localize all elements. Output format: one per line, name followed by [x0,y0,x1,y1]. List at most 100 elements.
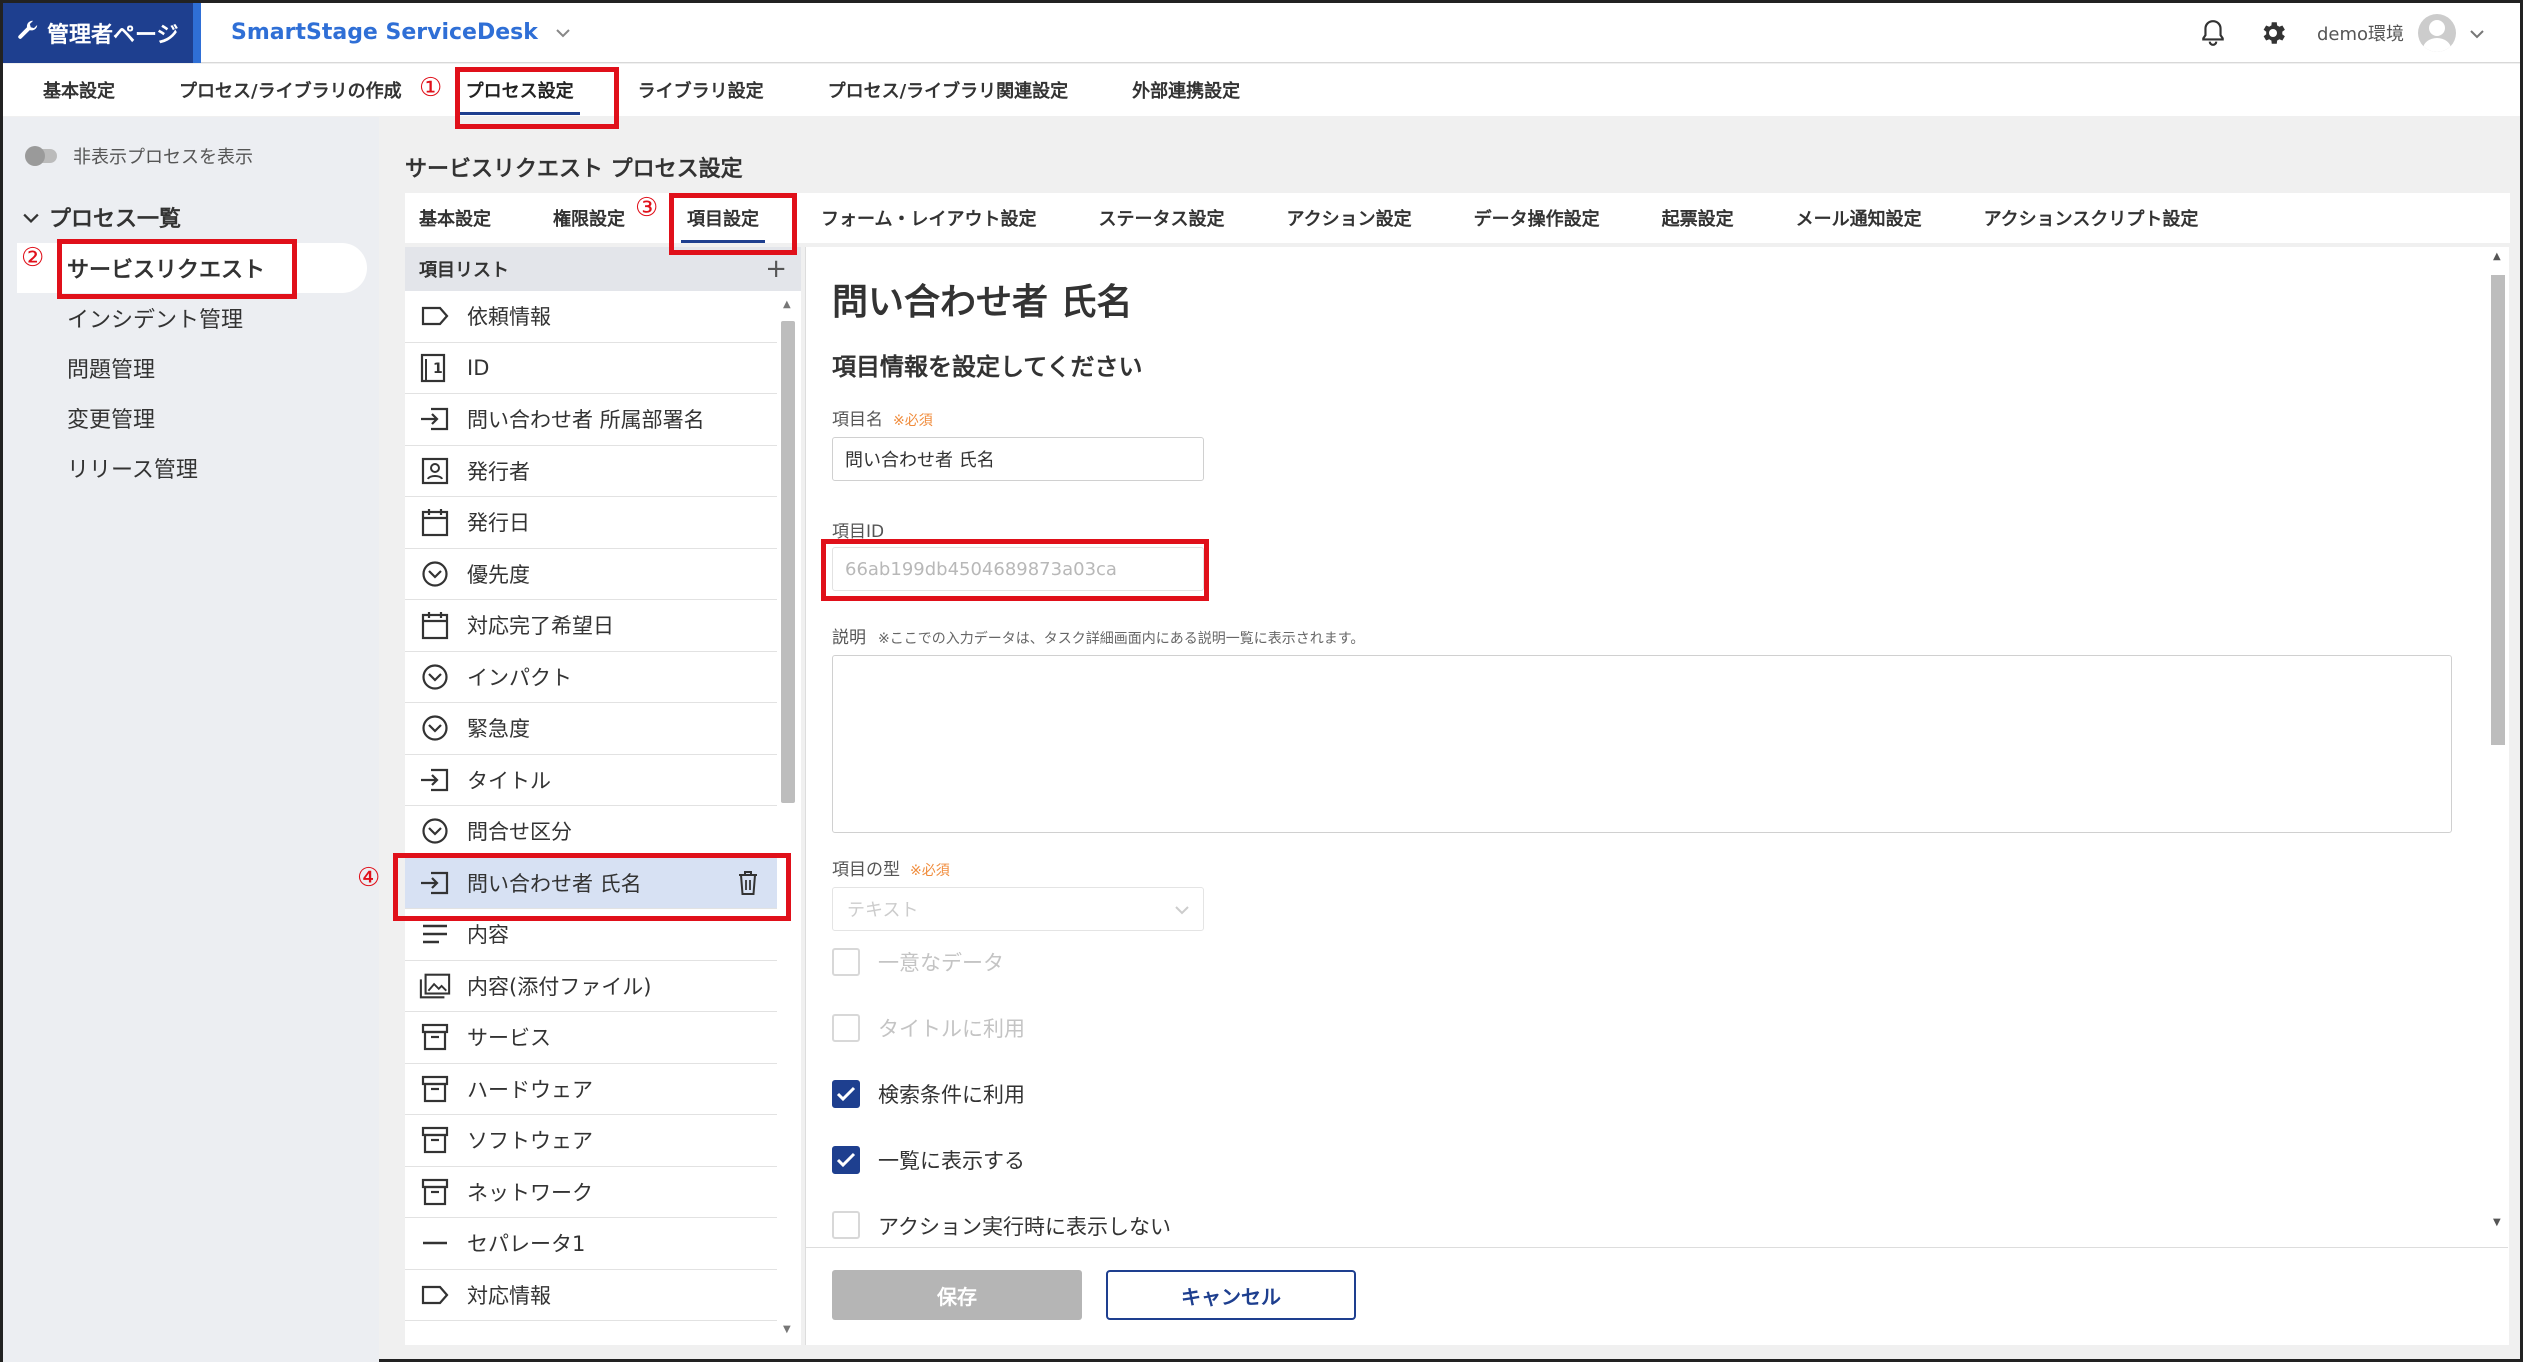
list-item-label: 問い合わせ者 氏名 [467,871,642,896]
user-menu[interactable]: demo環境 [2317,14,2484,52]
process-list: サービスリクエスト インシデント管理 問題管理 変更管理 リリース管理 [3,243,379,493]
subtab-permissions[interactable]: 権限設定 [553,205,625,231]
subtab-basic[interactable]: 基本設定 [419,205,491,231]
sidebar-item-change[interactable]: 変更管理 [3,393,379,443]
item-name-label-text: 項目名 [832,410,883,430]
list-item[interactable]: インパクト [405,652,777,703]
sidebar-item-release[interactable]: リリース管理 [3,443,379,493]
item-list-scrollbar[interactable]: ▲ ▼ [779,297,797,1337]
checkbox[interactable] [832,1080,860,1108]
list-item[interactable]: 対応完了希望日 [405,600,777,652]
sidebar-item-incident[interactable]: インシデント管理 [3,293,379,343]
trash-icon[interactable] [737,870,759,901]
list-item[interactable]: 内容 [405,909,777,961]
list-item[interactable]: 対応情報 [405,1270,777,1321]
gear-icon[interactable] [2257,17,2289,49]
tab-process-library-relation[interactable]: プロセス/ライブラリ関連設定 [828,77,1069,103]
lines-icon [419,918,451,950]
tab-basic-settings[interactable]: 基本設定 [43,77,115,103]
checkbox [832,948,860,976]
description-textarea[interactable] [832,655,2452,833]
brand-accent [193,2,201,63]
list-item[interactable]: 問合せ区分 [405,806,777,858]
subtab-form-layout[interactable]: フォーム・レイアウト設定 [821,205,1036,231]
tag-icon [419,1279,451,1311]
list-item[interactable]: サービス [405,1012,777,1064]
list-item[interactable]: タイトル [405,755,777,806]
process-list-header[interactable]: プロセス一覧 [23,201,181,233]
chevron-down-icon [556,23,570,42]
annotation-marker-3: ③ [635,193,659,223]
app-switcher[interactable]: SmartStage ServiceDesk [231,20,570,45]
tab-external-integration[interactable]: 外部連携設定 [1132,77,1240,103]
list-item-label: 問い合わせ者 所属部署名 [467,408,705,433]
required-mark: ※必須 [893,413,933,429]
hide-on-action-checkbox[interactable]: アクション実行時に表示しない [832,1211,1171,1241]
scrollbar-thumb[interactable] [2491,275,2505,745]
item-name-field[interactable]: 問い合わせ者 氏名 [832,437,1204,481]
list-item[interactable]: ソフトウェア [405,1115,777,1167]
list-item[interactable]: ハードウェア [405,1064,777,1115]
tab-process-settings[interactable]: プロセス設定 [459,77,580,115]
item-type-label: 項目の型 ※必須 [832,855,950,880]
list-item[interactable]: 問い合わせ者 氏名 [405,857,777,909]
hidden-process-toggle[interactable]: 非表示プロセスを表示 [25,143,253,169]
list-item[interactable]: 優先度 [405,549,777,600]
scroll-down-icon[interactable]: ▼ [2493,1217,2501,1228]
list-item[interactable]: 内容(添付ファイル) [405,961,777,1012]
input-icon [419,867,451,899]
chevron-down-icon [1175,899,1189,920]
list-item[interactable]: セパレータ1 [405,1218,777,1270]
list-item[interactable]: 発行者 [405,446,777,497]
admin-badge[interactable]: 管理者ページ [3,2,193,63]
list-item-label: 内容 [467,923,509,948]
item-id-label: 項目ID [832,522,885,542]
list-item[interactable]: 緊急度 [405,703,777,755]
bell-icon[interactable] [2197,17,2229,49]
detail-scrollbar[interactable]: ▲ ▼ [2487,247,2509,1247]
process-list-title: プロセス一覧 [49,207,182,232]
input-icon [419,403,451,435]
list-item[interactable]: 発行日 [405,497,777,549]
list-item[interactable]: 依頼情報 [405,291,777,343]
save-button[interactable]: 保存 [832,1270,1082,1320]
item-id-field: 66ab199db4504689873a03ca [832,547,1204,591]
sub-tabs: 基本設定 権限設定 項目設定 フォーム・レイアウト設定 ステータス設定 アクショ… [405,193,2510,243]
subtab-data-operation[interactable]: データ操作設定 [1474,205,1600,231]
subtab-action-script[interactable]: アクションスクリプト設定 [1984,205,2199,231]
subtab-actions[interactable]: アクション設定 [1286,205,1411,231]
use-in-search-checkbox[interactable]: 検索条件に利用 [832,1079,1025,1109]
cancel-button[interactable]: キャンセル [1106,1270,1356,1320]
tab-library-settings[interactable]: ライブラリ設定 [638,77,764,103]
toggle-switch[interactable] [25,146,57,166]
add-item-icon[interactable]: + [765,254,787,284]
separator-icon [419,1227,451,1259]
subtab-mail-notification[interactable]: メール通知設定 [1796,205,1922,231]
list-item-label: 緊急度 [467,717,530,742]
scroll-up-icon[interactable]: ▲ [783,299,791,310]
checkbox[interactable] [832,1211,860,1239]
scrollbar-thumb[interactable] [781,321,795,803]
chevron-down-icon [23,205,39,230]
subtab-status[interactable]: ステータス設定 [1098,205,1224,231]
list-item-label: 問合せ区分 [467,820,572,845]
list-item-label: セパレータ1 [467,1232,586,1257]
list-item[interactable]: 問い合わせ者 所属部署名 [405,394,777,446]
show-in-list-checkbox[interactable]: 一覧に表示する [832,1145,1025,1175]
list-item-label: サービス [467,1026,551,1051]
subtab-items[interactable]: 項目設定 [681,205,765,243]
scroll-down-icon[interactable]: ▼ [783,1324,791,1335]
subtab-ticketing[interactable]: 起票設定 [1662,205,1734,231]
dropdown-icon [419,661,451,693]
archive-icon [419,1176,451,1208]
list-item[interactable]: 1 ID [405,343,777,394]
scroll-up-icon[interactable]: ▲ [2493,251,2501,262]
admin-label: 管理者ページ [47,22,179,48]
list-item[interactable]: ネットワーク [405,1167,777,1218]
sidebar-item-service-request[interactable]: サービスリクエスト [17,243,367,293]
sidebar-item-problem[interactable]: 問題管理 [3,343,379,393]
tab-process-library-create[interactable]: プロセス/ライブラリの作成 [179,77,402,103]
list-item-label: ソフトウェア [467,1129,593,1154]
checkbox[interactable] [832,1146,860,1174]
user-name: demo環境 [2316,24,2404,45]
